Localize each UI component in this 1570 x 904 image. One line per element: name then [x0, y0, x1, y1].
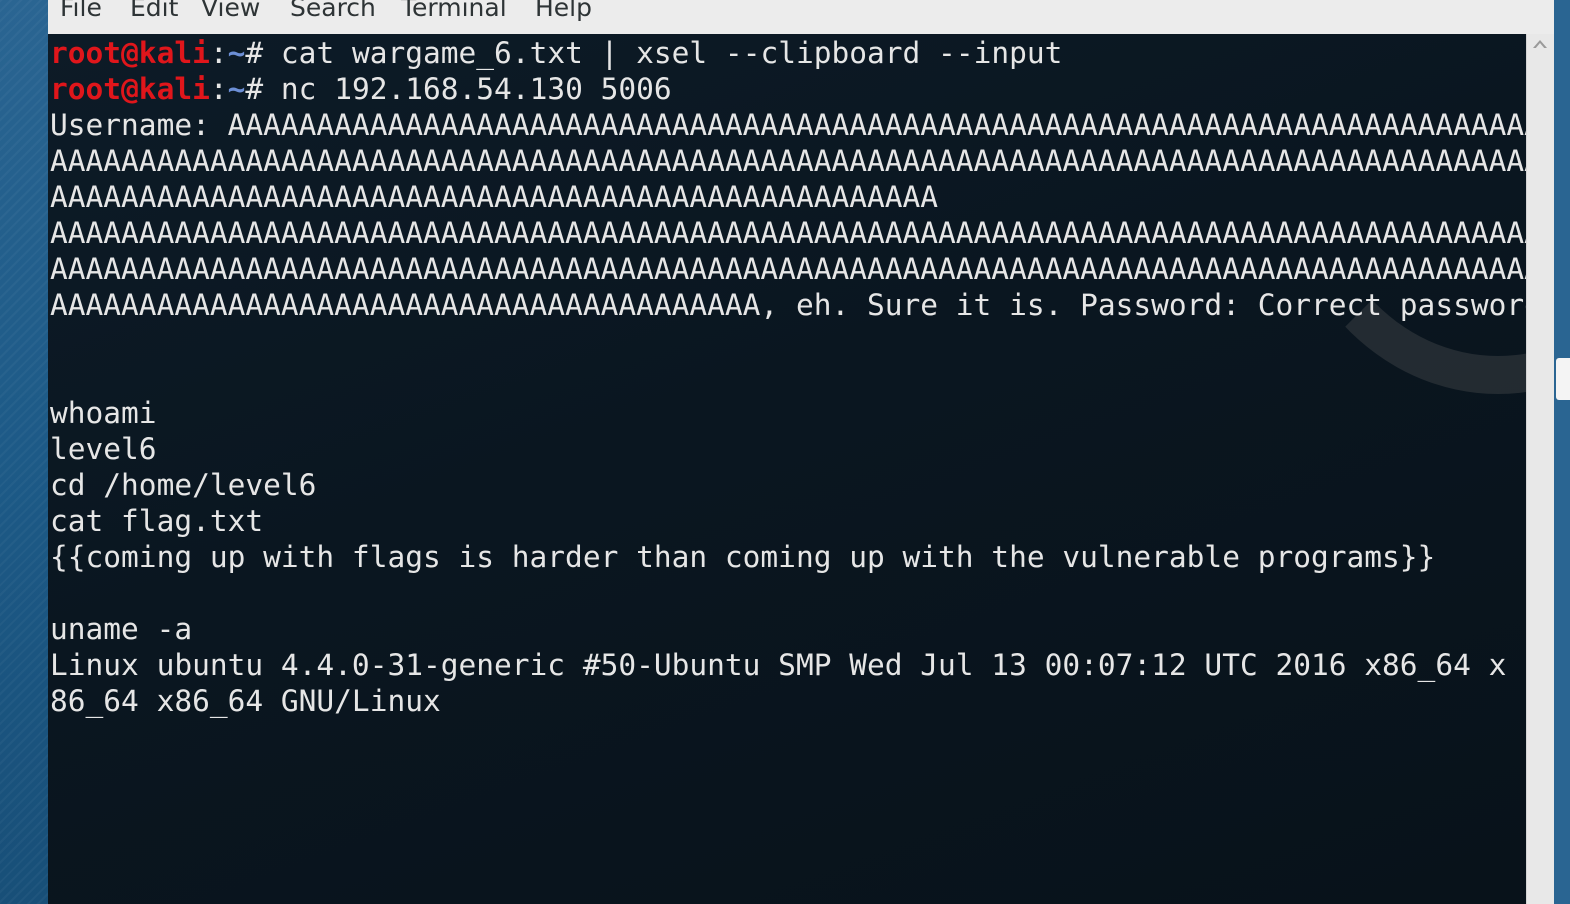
menu-help[interactable]: Help — [535, 0, 592, 23]
command-text: nc 192.168.54.130 5006 — [263, 72, 672, 106]
prompt-path: ~ — [227, 72, 246, 106]
terminal-window: File Edit View Search Terminal Help root… — [48, 0, 1554, 904]
output-line: whoami — [50, 396, 157, 430]
output-line: level6 — [50, 432, 157, 466]
menu-edit[interactable]: Edit — [130, 0, 178, 23]
output-line: uname -a — [50, 612, 193, 646]
chevron-up-icon[interactable] — [1533, 40, 1547, 49]
prompt-separator: : — [209, 72, 228, 106]
output-line: Linux ubuntu 4.4.0-31-generic #50-Ubuntu… — [50, 648, 1507, 682]
desktop-edge — [1554, 0, 1570, 904]
menu-view[interactable]: View — [201, 0, 260, 23]
menu-file[interactable]: File — [60, 0, 102, 23]
command-line: root@kali:~# cat wargame_6.txt | xsel --… — [50, 35, 1526, 71]
output-line: cd /home/level6 — [50, 468, 317, 502]
terminal-area[interactable]: root@kali:~# cat wargame_6.txt | xsel --… — [48, 34, 1526, 904]
output-line: AAAAAAAAAAAAAAAAAAAAAAAAAAAAAAAAAAAAAAAA… — [50, 144, 1526, 178]
output-line: cat flag.txt — [50, 504, 264, 538]
prompt-user-host: root@kali — [50, 72, 210, 106]
output-line: AAAAAAAAAAAAAAAAAAAAAAAAAAAAAAAAAAAAAAAA… — [50, 252, 1526, 286]
output-line: AAAAAAAAAAAAAAAAAAAAAAAAAAAAAAAAAAAAAAAA… — [50, 288, 1526, 322]
output-line: {{coming up with flags is harder than co… — [50, 540, 1436, 574]
prompt-symbol: # — [245, 36, 264, 70]
prompt-path: ~ — [227, 36, 246, 70]
output-line: AAAAAAAAAAAAAAAAAAAAAAAAAAAAAAAAAAAAAAAA… — [50, 216, 1526, 250]
command-line: root@kali:~# nc 192.168.54.130 5006 — [50, 71, 1526, 107]
output-line: AAAAAAAAAAAAAAAAAAAAAAAAAAAAAAAAAAAAAAAA… — [50, 180, 939, 214]
prompt-symbol: # — [245, 72, 264, 106]
output-line: 86_64 x86_64 GNU/Linux — [50, 684, 441, 718]
menu-terminal[interactable]: Terminal — [401, 0, 507, 23]
background-window-edge[interactable] — [1556, 358, 1570, 400]
terminal-output: root@kali:~# cat wargame_6.txt | xsel --… — [50, 35, 1526, 719]
prompt-user-host: root@kali — [50, 36, 210, 70]
output-line: Username: AAAAAAAAAAAAAAAAAAAAAAAAAAAAAA… — [50, 108, 1526, 142]
menu-search[interactable]: Search — [290, 0, 376, 23]
command-text: cat wargame_6.txt | xsel --clipboard --i… — [263, 36, 1063, 70]
menubar: File Edit View Search Terminal Help — [48, 0, 1554, 35]
prompt-separator: : — [209, 36, 228, 70]
vertical-scrollbar[interactable] — [1526, 34, 1554, 904]
